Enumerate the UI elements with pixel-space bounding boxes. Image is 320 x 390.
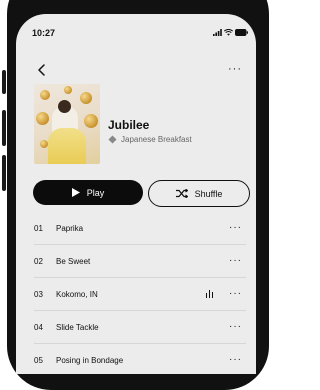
track-row[interactable]: 01 Paprika ··· bbox=[34, 212, 246, 245]
track-number: 05 bbox=[34, 355, 43, 365]
track-number: 02 bbox=[34, 256, 43, 266]
track-number: 03 bbox=[34, 289, 43, 299]
status-time: 10:27 bbox=[32, 28, 56, 38]
play-button[interactable]: Play bbox=[33, 180, 143, 205]
wifi-icon bbox=[224, 28, 233, 36]
more-options-icon[interactable]: ··· bbox=[228, 64, 242, 75]
album-artwork bbox=[34, 84, 100, 164]
track-row[interactable]: 04 Slide Tackle ··· bbox=[34, 311, 246, 344]
side-button-top bbox=[2, 70, 6, 94]
track-row[interactable]: 03 Kokomo, IN ··· bbox=[34, 278, 246, 311]
artist-row[interactable]: Japanese Breakfast bbox=[108, 135, 192, 144]
track-title: Slide Tackle bbox=[56, 322, 99, 332]
track-more-icon[interactable]: ··· bbox=[229, 223, 242, 233]
volume-down-button bbox=[2, 155, 6, 191]
status-icons bbox=[213, 27, 248, 37]
track-more-icon[interactable]: ··· bbox=[229, 322, 242, 332]
play-icon bbox=[71, 188, 80, 197]
track-row[interactable]: 02 Be Sweet ··· bbox=[34, 245, 246, 278]
phone-screen: 10:27 ··· Jubilee Japanese Breakfast Pla… bbox=[16, 14, 256, 374]
track-more-icon[interactable]: ··· bbox=[229, 289, 242, 299]
track-title: Posing in Bondage bbox=[56, 355, 124, 365]
artist-icon bbox=[108, 135, 117, 144]
status-bar: 10:27 bbox=[16, 14, 256, 38]
track-row[interactable]: 05 Posing in Bondage ··· bbox=[34, 344, 246, 374]
track-title: Kokomo, IN bbox=[56, 289, 98, 299]
track-number: 04 bbox=[34, 322, 43, 332]
battery-icon bbox=[235, 28, 248, 36]
shuffle-icon bbox=[175, 189, 188, 198]
track-number: 01 bbox=[34, 223, 43, 233]
album-title: Jubilee bbox=[108, 118, 150, 132]
artist-name: Japanese Breakfast bbox=[121, 135, 192, 144]
play-label: Play bbox=[86, 187, 105, 198]
track-title: Be Sweet bbox=[56, 256, 91, 266]
shuffle-label: Shuffle bbox=[194, 188, 223, 199]
volume-up-button bbox=[2, 110, 6, 146]
shuffle-button[interactable]: Shuffle bbox=[148, 180, 250, 207]
track-more-icon[interactable]: ··· bbox=[229, 256, 242, 266]
back-chevron-icon[interactable] bbox=[36, 63, 48, 77]
track-more-icon[interactable]: ··· bbox=[229, 355, 242, 365]
now-playing-bars-icon bbox=[205, 290, 213, 298]
cellular-signal-icon bbox=[213, 28, 222, 36]
track-title: Paprika bbox=[56, 223, 84, 233]
